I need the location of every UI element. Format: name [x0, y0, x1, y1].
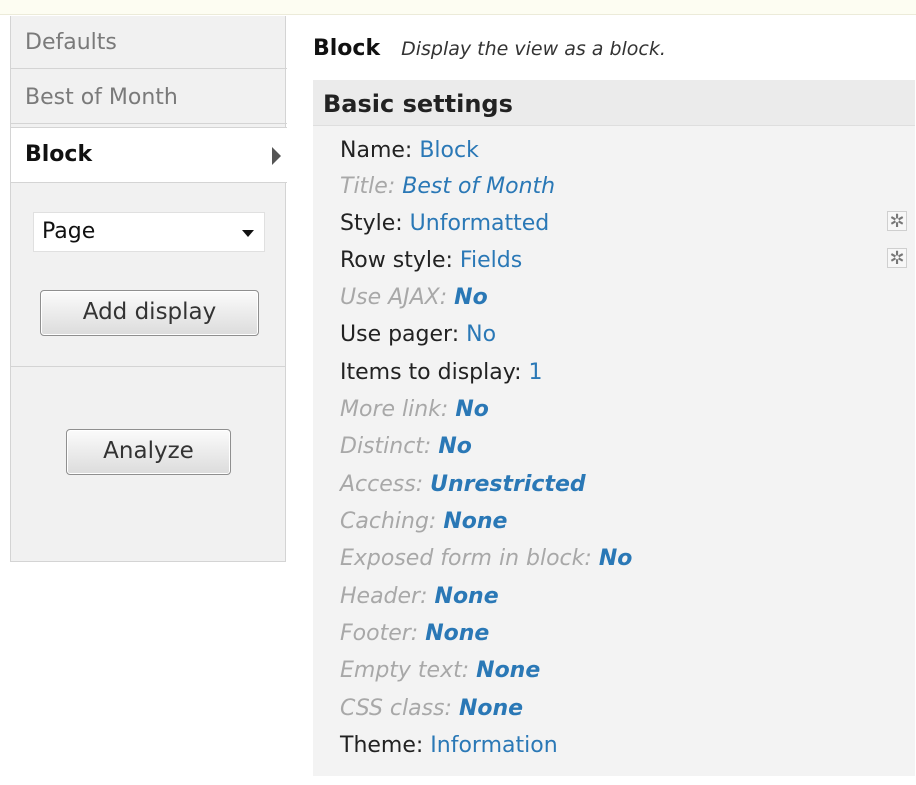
setting-empty-text: Empty text: None	[340, 656, 540, 686]
tab-defaults[interactable]: Defaults	[11, 16, 287, 69]
setting-value-link[interactable]: No	[599, 546, 633, 571]
setting-value-link[interactable]: None	[459, 696, 523, 721]
setting-label: Caching:	[340, 509, 437, 534]
setting-theme: Theme: Information	[340, 731, 558, 761]
setting-access: Access: Unrestricted	[340, 470, 586, 500]
setting-label: CSS class:	[340, 696, 452, 721]
setting-footer: Footer: None	[340, 619, 489, 649]
gear-icon[interactable]: ✲	[887, 211, 907, 232]
caret-down-icon	[242, 230, 254, 237]
setting-value-link[interactable]: 1	[529, 360, 543, 385]
triangle-right-icon	[272, 147, 281, 165]
setting-label: Theme:	[340, 733, 424, 758]
setting-label: Style:	[340, 211, 403, 236]
tab-block-label: Block	[25, 142, 93, 167]
setting-label: Exposed form in block:	[340, 546, 592, 571]
sidebar-divider	[11, 366, 285, 367]
section-title: Basic settings	[313, 80, 915, 126]
gear-icon[interactable]: ✲	[887, 248, 907, 269]
setting-value-link[interactable]: No	[466, 322, 496, 347]
setting-value-link[interactable]: None	[443, 509, 507, 534]
setting-label: Empty text:	[340, 658, 470, 683]
setting-label: Access:	[340, 472, 424, 497]
setting-value-link[interactable]: None	[435, 584, 499, 609]
setting-label: Title:	[340, 174, 396, 199]
setting-label: Distinct:	[340, 434, 432, 459]
setting-value-link[interactable]: No	[438, 434, 472, 459]
setting-label: Use pager:	[340, 322, 460, 347]
setting-use-pager: Use pager: No	[340, 320, 496, 350]
setting-exposed-form-in-block: Exposed form in block: No	[340, 544, 632, 574]
setting-value-link[interactable]: Fields	[460, 248, 522, 273]
setting-items-to-display: Items to display: 1	[340, 358, 543, 388]
setting-more-link: More link: No	[340, 395, 489, 425]
add-display-button[interactable]: Add display	[40, 290, 259, 336]
top-strip	[0, 0, 916, 15]
tab-block[interactable]: Block	[11, 127, 287, 183]
display-description: Display the view as a block.	[401, 38, 666, 60]
display-tabs-sidebar: Defaults Best of Month Block Page Add di…	[10, 16, 287, 562]
setting-label: More link:	[340, 397, 449, 422]
setting-header: Header: None	[340, 582, 499, 612]
setting-value-link[interactable]: Block	[419, 138, 479, 163]
setting-value-link[interactable]: Information	[430, 733, 557, 758]
setting-value-link[interactable]: Best of Month	[402, 174, 555, 199]
setting-css-class: CSS class: None	[340, 694, 523, 724]
setting-use-ajax: Use AJAX: No	[340, 283, 488, 313]
setting-label: Row style:	[340, 248, 453, 273]
setting-value-link[interactable]: None	[476, 658, 540, 683]
analyze-button[interactable]: Analyze	[66, 429, 231, 475]
setting-label: Use AJAX:	[340, 285, 448, 310]
tab-best-of-month[interactable]: Best of Month	[11, 71, 287, 124]
display-type-select[interactable]: Page	[33, 212, 265, 252]
setting-label: Items to display:	[340, 360, 522, 385]
setting-title: Title: Best of Month	[340, 172, 555, 202]
setting-value-link[interactable]: No	[455, 397, 489, 422]
setting-style: Style: Unformatted	[340, 209, 549, 239]
setting-name: Name: Block	[340, 136, 479, 166]
display-header: Block Display the view as a block.	[313, 36, 666, 61]
display-name: Block	[313, 36, 381, 61]
setting-label: Header:	[340, 584, 428, 609]
setting-value-link[interactable]: Unformatted	[410, 211, 550, 236]
setting-caching: Caching: None	[340, 507, 507, 537]
display-type-value: Page	[42, 219, 96, 244]
setting-value-link[interactable]: None	[425, 621, 489, 646]
setting-label: Name:	[340, 138, 413, 163]
setting-value-link[interactable]: Unrestricted	[430, 472, 586, 497]
setting-value-link[interactable]: No	[454, 285, 488, 310]
basic-settings-panel: Basic settings Name: Block Title: Best o…	[313, 80, 915, 776]
setting-row-style: Row style: Fields	[340, 246, 522, 276]
setting-distinct: Distinct: No	[340, 432, 472, 462]
setting-label: Footer:	[340, 621, 419, 646]
